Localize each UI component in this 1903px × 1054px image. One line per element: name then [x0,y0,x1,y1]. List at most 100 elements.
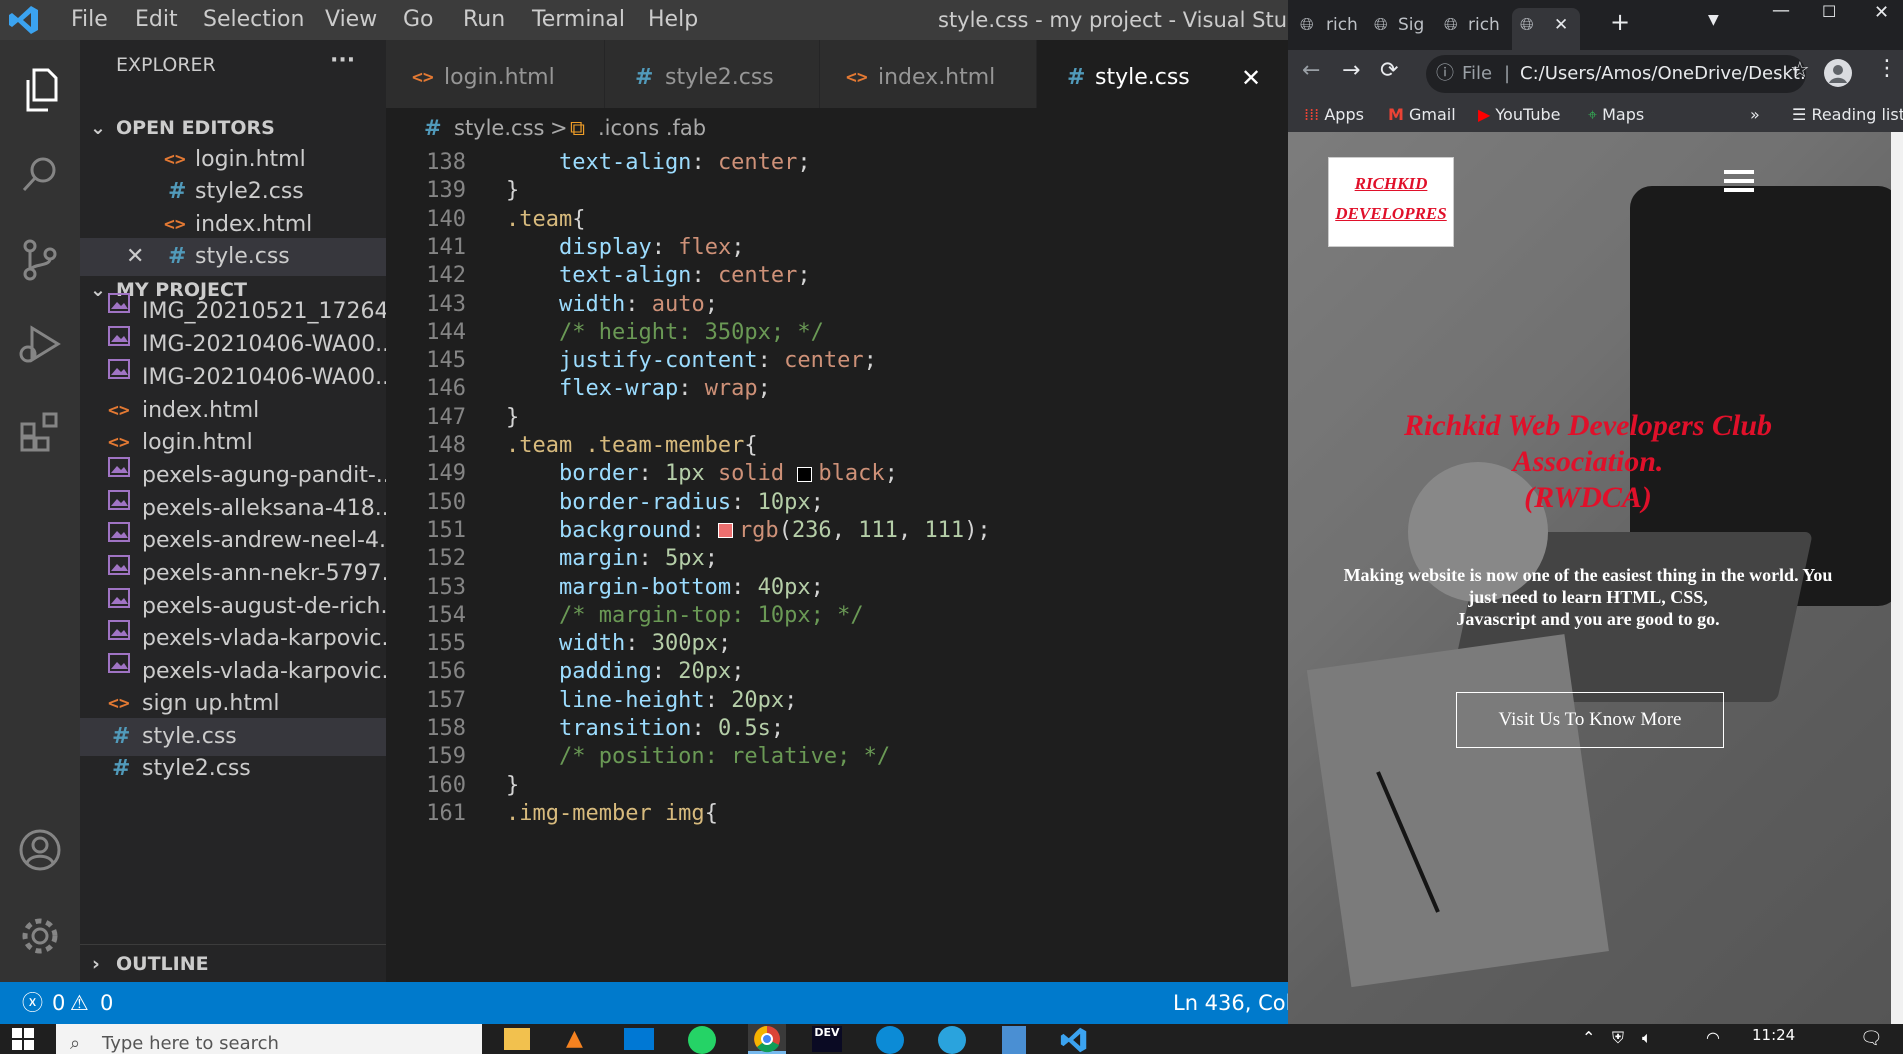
breadcrumb-symbol[interactable]: .icons .fab [598,108,706,148]
menu-help[interactable]: Help [648,0,698,40]
browser-tab[interactable]: 🌐︎ Sig [1372,8,1438,42]
code-line[interactable]: /* height: 350px; */ [506,320,824,345]
browser-tab[interactable]: 🌐︎ rich [1298,8,1368,42]
code-line[interactable]: flex-wrap: wrap; [506,376,771,401]
code-line[interactable]: margin: 5px; [506,546,718,571]
tab-search-icon[interactable]: ▼ [1708,12,1719,28]
explorer-more-button[interactable]: ··· [330,48,355,73]
bookmarks-overflow[interactable]: » [1750,105,1760,125]
code-line[interactable]: display: flex; [506,235,744,260]
browser-tab-active[interactable]: 🌐︎ ✕ [1512,8,1580,50]
bookmark-star-icon[interactable]: ☆ [1790,58,1810,83]
tab-style2-css[interactable]: # style2.css [605,40,819,108]
code-line[interactable]: .img-member img{ [506,801,718,826]
breadcrumb-file[interactable]: style.css [454,108,544,148]
menu-run[interactable]: Run [463,0,505,40]
volume-icon[interactable]: 🔈︎ [1642,1028,1652,1048]
menu-go[interactable]: Go [403,0,434,40]
wifi-icon[interactable]: ◠ [1706,1028,1720,1047]
hamburger-menu-icon[interactable] [1724,168,1754,194]
whatsapp-icon[interactable] [688,1026,716,1054]
reload-icon[interactable]: ⟳ [1380,58,1398,83]
code-line[interactable]: line-height: 20px; [506,688,797,713]
code-line[interactable]: text-align: center; [506,263,811,288]
search-icon[interactable] [10,144,70,204]
code-line[interactable]: } [506,405,519,430]
code-line[interactable]: /* position: relative; */ [506,744,890,769]
minimize-icon[interactable]: — [1772,0,1790,21]
dev-community-icon[interactable]: DEV [812,1026,842,1052]
explorer-icon[interactable] [10,60,70,120]
menu-view[interactable]: View [325,0,377,40]
code-line[interactable]: margin-bottom: 40px; [506,575,824,600]
color-swatch[interactable] [717,523,733,539]
code-line[interactable]: background: rgb(236, 111, 111); [506,518,991,543]
code-line[interactable]: width: auto; [506,292,718,317]
code-line[interactable]: transition: 0.5s; [506,716,784,741]
code-line[interactable]: padding: 20px; [506,659,744,684]
code-line[interactable]: text-align: center; [506,150,811,175]
close-tab-icon[interactable]: ✕ [1554,8,1568,42]
visit-us-button[interactable]: Visit Us To Know More [1456,692,1724,748]
chrome-menu-icon[interactable]: ⋮ [1876,56,1898,81]
menu-terminal[interactable]: Terminal [532,0,625,40]
close-tab-icon[interactable]: ✕ [1241,40,1261,116]
browser-tab[interactable]: 🌐︎ rich [1442,8,1508,42]
code-line[interactable]: } [506,773,519,798]
window-close-icon[interactable]: ✕ [1874,2,1889,23]
address-bar[interactable]: ⓘ File | C:/Users/Amos/OneDrive/Deskt... [1426,55,1806,93]
mail-icon[interactable] [624,1028,654,1050]
notifications-icon[interactable]: 🗨︎ [1860,1028,1883,1049]
reading-list[interactable]: ☰ Reading list [1792,105,1903,125]
menu-file[interactable]: File [71,0,108,40]
info-icon[interactable]: ⓘ [1436,55,1454,93]
bookmark-maps[interactable]: ⌖ Maps [1588,105,1644,125]
telegram-icon[interactable] [938,1026,966,1054]
new-tab-icon[interactable]: + [1610,8,1630,36]
code-line[interactable]: justify-content: center; [506,348,877,373]
run-debug-icon[interactable] [10,314,70,374]
tab-index-html[interactable]: <> index.html [820,40,1036,108]
tab-login-html[interactable]: <> login.html [386,40,604,108]
code-line[interactable]: width: 300px; [506,631,731,656]
extensions-icon[interactable] [10,402,70,462]
file-tree-item[interactable]: # style2.css [80,750,386,788]
taskbar-search-input[interactable]: ⌕ Type here to search [56,1024,482,1054]
vlc-icon[interactable]: ▲ [566,1026,583,1051]
site-logo[interactable]: RICHKID DEVELOPRES [1328,157,1454,247]
code-line[interactable]: border: 1px solid black; [506,461,898,486]
document-app-icon[interactable] [1002,1026,1026,1054]
edge-icon[interactable] [876,1026,904,1054]
tray-chevron-icon[interactable]: ⌃ [1582,1028,1595,1047]
forward-arrow-icon[interactable]: → [1342,58,1360,83]
menu-selection[interactable]: Selection [203,0,304,40]
source-control-icon[interactable] [10,230,70,290]
back-arrow-icon[interactable]: ← [1302,58,1320,83]
maximize-icon[interactable]: ☐ [1822,2,1836,21]
windows-start-icon[interactable] [12,1028,34,1050]
bookmark-apps[interactable]: ⁞⁞⁞ Apps [1304,105,1364,125]
outline-header[interactable]: › OUTLINE [80,944,386,982]
chrome-taskbar-icon[interactable] [748,1024,786,1054]
security-shield-icon[interactable]: ⛨ [1612,1028,1624,1048]
code-line[interactable]: .team{ [506,207,585,232]
settings-gear-icon[interactable] [10,906,70,966]
vscode-taskbar-icon[interactable] [1060,1026,1088,1054]
code-line[interactable]: border-radius: 10px; [506,490,824,515]
code-line[interactable]: .team .team-member{ [506,433,758,458]
code-line[interactable]: /* margin-top: 10px; */ [506,603,864,628]
code-line[interactable]: } [506,178,519,203]
file-explorer-icon[interactable] [504,1028,530,1050]
menu-edit[interactable]: Edit [135,0,178,40]
taskbar-clock[interactable]: 11:24 [1752,1024,1795,1046]
bookmark-youtube[interactable]: ▶ YouTube [1478,105,1560,125]
code-editor[interactable]: 138 text-align: center; 139} 140 .team{141 … [386,148,1288,982]
warning-count[interactable]: 0 [100,982,113,1024]
tab-style-css[interactable]: # style.css ✕ [1037,40,1288,108]
page-scrollbar[interactable] [1891,132,1903,1024]
account-icon[interactable] [10,820,70,880]
error-count[interactable]: 0 [52,982,65,1024]
color-swatch[interactable] [797,466,813,482]
bookmark-gmail[interactable]: M Gmail [1388,105,1456,125]
profile-avatar-icon[interactable] [1823,58,1853,88]
